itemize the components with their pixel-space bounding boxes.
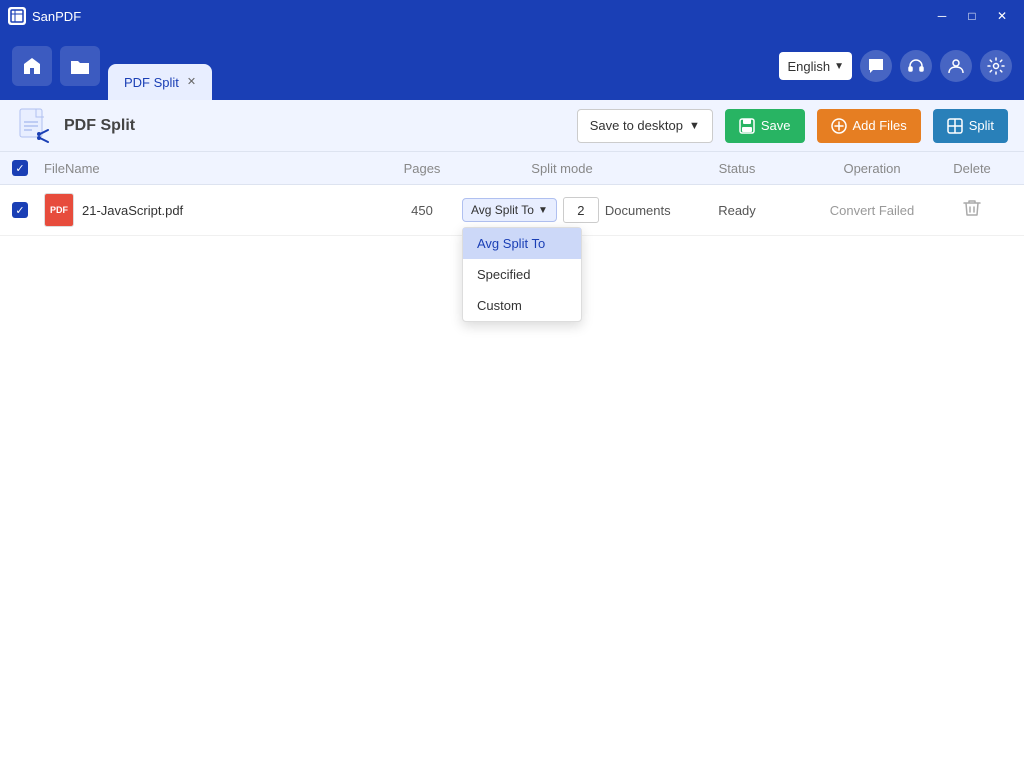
pdf-split-page-icon [16, 108, 52, 144]
split-label: Split [969, 118, 994, 133]
chat-button[interactable] [860, 50, 892, 82]
select-all-checkbox[interactable] [12, 160, 28, 176]
action-bar: PDF Split Save to desktop ▼ Save Add Fil… [0, 100, 1024, 152]
settings-button[interactable] [980, 50, 1012, 82]
delete-column-header: Delete [932, 161, 1012, 176]
operation-cell: Convert Failed [812, 203, 932, 218]
tab-bar: PDF Split ✕ [108, 32, 771, 100]
page-title: PDF Split [64, 117, 565, 135]
split-value-input[interactable] [563, 197, 599, 223]
split-mode-dropdown-menu: Avg Split To Specified Custom [462, 227, 582, 322]
title-bar-left: SanPDF [8, 7, 81, 25]
app-title: SanPDF [32, 9, 81, 24]
save-desktop-label: Save to desktop [590, 118, 683, 133]
tab-close-button[interactable]: ✕ [187, 77, 196, 88]
app-icon [8, 7, 26, 25]
row-checkbox[interactable] [12, 202, 28, 218]
delete-cell [932, 194, 1012, 227]
split-mode-cell: Avg Split To ▼ Avg Split To Specified Cu… [462, 197, 662, 223]
status-column-header: Status [662, 161, 812, 176]
close-button[interactable]: ✕ [988, 5, 1016, 27]
language-label: English [787, 59, 830, 74]
table-header: FileName Pages Split mode Status Operati… [0, 152, 1024, 185]
save-button[interactable]: Save [725, 109, 805, 143]
pages-column-header: Pages [382, 161, 462, 176]
add-files-icon [831, 118, 847, 134]
documents-label: Documents [605, 203, 671, 218]
filename-text: 21-JavaScript.pdf [82, 203, 183, 218]
open-folder-button[interactable] [60, 46, 100, 86]
filename-cell: PDF 21-JavaScript.pdf [44, 193, 382, 227]
pdf-split-tab[interactable]: PDF Split ✕ [108, 64, 212, 100]
operation-column-header: Operation [812, 161, 932, 176]
save-to-desktop-button[interactable]: Save to desktop ▼ [577, 109, 713, 143]
pages-cell: 450 [382, 203, 462, 218]
split-button[interactable]: Split [933, 109, 1008, 143]
main-content: PDF Split Save to desktop ▼ Save Add Fil… [0, 100, 1024, 768]
add-files-label: Add Files [853, 118, 907, 133]
split-icon [947, 118, 963, 134]
table-row: PDF 21-JavaScript.pdf 450 Avg Split To ▼… [0, 185, 1024, 236]
header-checkbox-cell [12, 160, 44, 176]
split-mode-chevron-icon: ▼ [538, 205, 548, 216]
maximize-button[interactable]: □ [958, 5, 986, 27]
split-mode-value: Avg Split To [471, 203, 534, 217]
split-mode-dropdown-trigger[interactable]: Avg Split To ▼ [462, 198, 557, 222]
tab-label: PDF Split [124, 75, 179, 90]
user-button[interactable] [940, 50, 972, 82]
dropdown-option-avg-split-to[interactable]: Avg Split To [463, 228, 581, 259]
pdf-file-icon: PDF [44, 193, 74, 227]
headset-button[interactable] [900, 50, 932, 82]
split-mode-column-header: Split mode [462, 161, 662, 176]
status-cell: Ready [662, 203, 812, 218]
window-controls: ─ □ ✕ [928, 5, 1016, 27]
filename-column-header: FileName [44, 161, 382, 176]
row-checkbox-cell [12, 202, 44, 218]
content-area: FileName Pages Split mode Status Operati… [0, 152, 1024, 768]
add-files-button[interactable]: Add Files [817, 109, 921, 143]
language-chevron-icon: ▼ [834, 61, 844, 72]
save-icon [739, 118, 755, 134]
language-selector[interactable]: English ▼ [779, 52, 852, 80]
dropdown-option-specified[interactable]: Specified [463, 259, 581, 290]
dropdown-option-custom[interactable]: Custom [463, 290, 581, 321]
toolbar-right: English ▼ [779, 50, 1012, 82]
delete-row-button[interactable] [959, 194, 985, 227]
minimize-button[interactable]: ─ [928, 5, 956, 27]
table-body: PDF 21-JavaScript.pdf 450 Avg Split To ▼… [0, 185, 1024, 236]
save-label: Save [761, 118, 791, 133]
title-bar: SanPDF ─ □ ✕ [0, 0, 1024, 32]
toolbar: PDF Split ✕ English ▼ [0, 32, 1024, 100]
save-desktop-chevron-icon: ▼ [689, 120, 700, 132]
trash-icon [963, 198, 981, 218]
home-button[interactable] [12, 46, 52, 86]
